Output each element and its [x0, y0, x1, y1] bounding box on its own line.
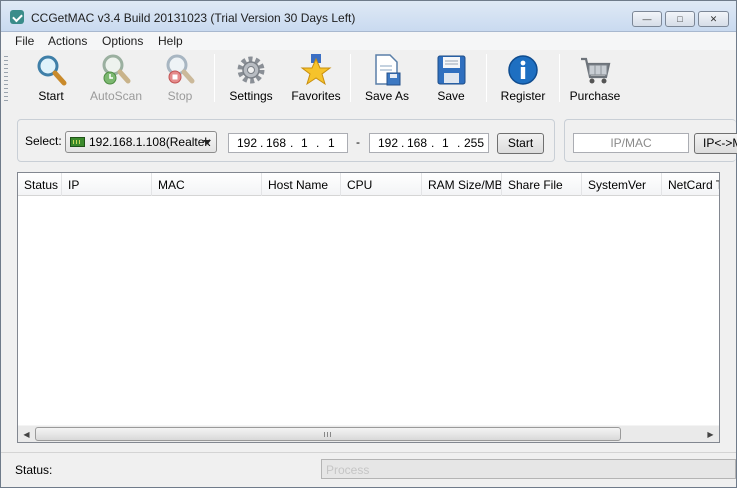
- save-button[interactable]: Save: [426, 52, 476, 106]
- save-as-document-icon: [375, 54, 401, 86]
- menu-file[interactable]: File: [15, 34, 34, 48]
- menu-actions[interactable]: Actions: [48, 34, 87, 48]
- floppy-disk-icon: [437, 55, 466, 85]
- magnifier-icon: [37, 55, 67, 86]
- adapter-select-value: 192.168.1.108(Realtek: [89, 135, 211, 149]
- autoscan-clock-icon: [102, 54, 131, 85]
- scroll-right-arrow-icon[interactable]: ▶: [702, 426, 719, 442]
- menu-help[interactable]: Help: [158, 34, 183, 48]
- network-card-icon: [70, 137, 85, 147]
- minimize-button[interactable]: —: [632, 11, 662, 27]
- column-header-ip[interactable]: IP: [62, 173, 152, 196]
- star-icon: [300, 54, 332, 86]
- ip-mac-input[interactable]: IP/MAC: [573, 133, 689, 153]
- maximize-button[interactable]: □: [665, 11, 695, 27]
- toolbar-grip[interactable]: [4, 56, 8, 102]
- toolbar: Start AutoScan Stop Settings Favorites S…: [1, 50, 736, 108]
- toolbar-separator: [486, 54, 487, 102]
- progress-bar: Process: [321, 459, 736, 479]
- purchase-button[interactable]: Purchase: [567, 52, 623, 106]
- window-title: CCGetMAC v3.4 Build 20131023 (Trial Vers…: [31, 11, 356, 25]
- settings-button[interactable]: Settings: [224, 52, 278, 106]
- scrollbar-thumb[interactable]: [35, 427, 621, 441]
- column-header-system-ver[interactable]: SystemVer: [582, 173, 662, 196]
- range-start-button[interactable]: Start: [497, 133, 544, 154]
- ip-end-field[interactable]: 192 . 168 . 1 . 255: [369, 133, 489, 153]
- column-header-netcard[interactable]: NetCard T...: [662, 173, 719, 196]
- select-label: Select:: [25, 134, 62, 148]
- status-label: Status:: [15, 463, 53, 477]
- progress-text: Process: [326, 463, 370, 477]
- table-header: Status IP MAC Host Name CPU RAM Size/MB …: [18, 173, 719, 196]
- column-header-cpu[interactable]: CPU: [341, 173, 422, 196]
- app-window: CCGetMAC v3.4 Build 20131023 (Trial Vers…: [0, 0, 737, 488]
- scroll-left-arrow-icon[interactable]: ◀: [18, 426, 35, 442]
- range-separator: -: [356, 135, 360, 149]
- column-header-share-file[interactable]: Share File: [502, 173, 582, 196]
- info-icon: [508, 55, 538, 85]
- shopping-cart-icon: [581, 57, 611, 84]
- stop-scan-button[interactable]: Stop: [155, 52, 205, 106]
- lookup-panel: IP/MAC IP<->MAC: [564, 119, 737, 162]
- register-button[interactable]: Register: [496, 52, 550, 106]
- ip-start-field[interactable]: 192 . 168 . 1 . 1: [228, 133, 348, 153]
- start-scan-button[interactable]: Start: [25, 52, 77, 106]
- scan-range-panel: Select: 192.168.1.108(Realtek 192 . 168 …: [17, 119, 555, 162]
- title-bar[interactable]: CCGetMAC v3.4 Build 20131023 (Trial Vers…: [1, 1, 736, 32]
- favorites-button[interactable]: Favorites: [288, 52, 344, 106]
- column-header-ram[interactable]: RAM Size/MB: [422, 173, 502, 196]
- horizontal-scrollbar[interactable]: ◀ ▶: [18, 425, 719, 442]
- chevron-down-icon: [203, 140, 211, 145]
- results-table: Status IP MAC Host Name CPU RAM Size/MB …: [17, 172, 720, 443]
- column-header-status[interactable]: Status: [18, 173, 62, 196]
- close-button[interactable]: ✕: [698, 11, 729, 27]
- app-logo-icon: [10, 10, 24, 24]
- autoscan-button[interactable]: AutoScan: [87, 52, 145, 106]
- menu-options[interactable]: Options: [102, 34, 143, 48]
- column-header-mac[interactable]: MAC: [152, 173, 262, 196]
- ip-mac-convert-button[interactable]: IP<->MAC: [694, 133, 737, 154]
- stop-icon: [166, 54, 195, 84]
- status-bar: Status: Process: [1, 452, 736, 487]
- toolbar-separator: [559, 54, 560, 102]
- toolbar-separator: [214, 54, 215, 102]
- column-header-host-name[interactable]: Host Name: [262, 173, 341, 196]
- menu-bar: File Actions Options Help: [1, 32, 736, 50]
- save-as-button[interactable]: Save As: [360, 52, 414, 106]
- adapter-select[interactable]: 192.168.1.108(Realtek: [65, 131, 217, 153]
- gear-icon: [237, 56, 265, 84]
- toolbar-separator: [350, 54, 351, 102]
